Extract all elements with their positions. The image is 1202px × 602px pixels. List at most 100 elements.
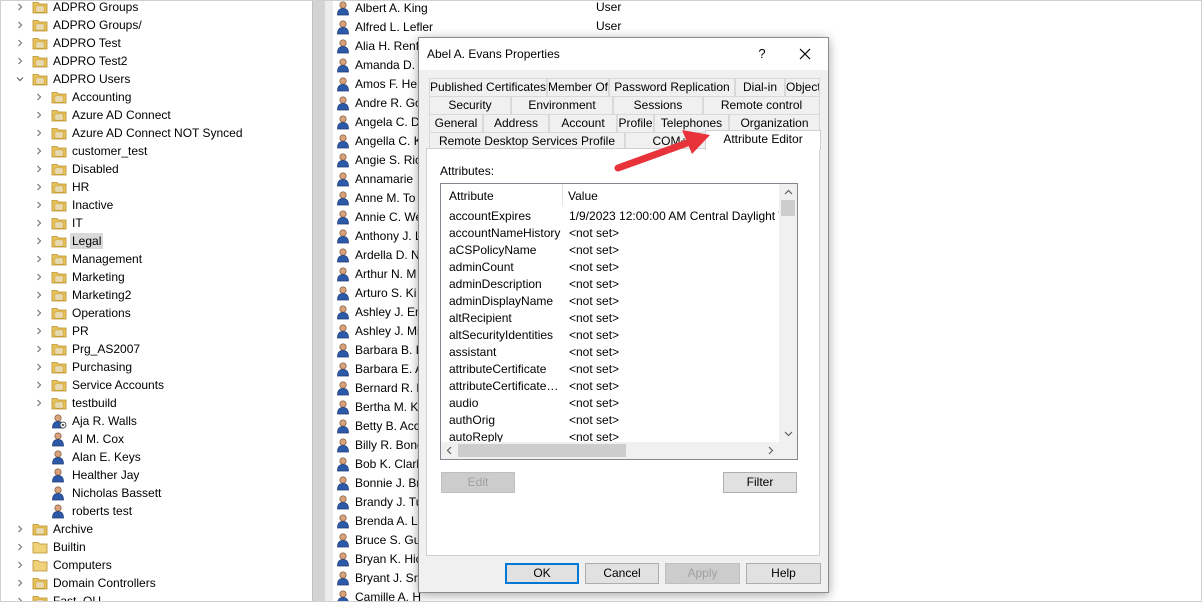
user-list-row[interactable]: Bruce S. Gu bbox=[336, 530, 420, 549]
user-list-row[interactable]: Alia H. RenfroUser bbox=[336, 36, 621, 55]
tab-dial-in[interactable]: Dial-in bbox=[735, 78, 785, 96]
tab-sessions[interactable]: Sessions bbox=[613, 96, 703, 114]
chevron-right-icon[interactable] bbox=[33, 181, 45, 193]
user-list-row[interactable]: Barbara E. A bbox=[336, 359, 423, 378]
user-list-row[interactable]: Anthony J. L bbox=[336, 226, 422, 245]
tree-item-al-m-cox[interactable]: Al M. Cox bbox=[33, 430, 126, 448]
user-list-row[interactable]: Annie C. We bbox=[336, 207, 422, 226]
tree-item-azure-ad-connect[interactable]: Azure AD Connect bbox=[33, 106, 173, 124]
vertical-scrollbar[interactable] bbox=[779, 184, 797, 442]
attribute-row[interactable]: adminDescription <not set> bbox=[441, 276, 779, 293]
tree-item-roberts-test[interactable]: roberts test bbox=[33, 502, 134, 520]
attribute-row[interactable]: adminDisplayName <not set> bbox=[441, 293, 779, 310]
user-list-row[interactable]: Betty B. Acc bbox=[336, 416, 420, 435]
horizontal-scrollbar[interactable] bbox=[441, 442, 779, 459]
tree-item-marketing[interactable]: Marketing bbox=[33, 268, 127, 286]
tree-item-inactive[interactable]: Inactive bbox=[33, 196, 115, 214]
chevron-right-icon[interactable] bbox=[14, 577, 26, 589]
user-list-row[interactable]: Billy R. Bond bbox=[336, 435, 424, 454]
user-list-row[interactable]: Albert A. King User bbox=[336, 0, 621, 17]
user-list-row[interactable]: Amanda D. bbox=[336, 55, 415, 74]
column-header-value[interactable]: Value bbox=[568, 189, 598, 203]
tree-item-operations[interactable]: Operations bbox=[33, 304, 133, 322]
attribute-row[interactable]: altRecipient <not set> bbox=[441, 310, 779, 327]
ok-button[interactable]: OK bbox=[505, 563, 579, 584]
chevron-right-icon[interactable] bbox=[33, 217, 45, 229]
chevron-right-icon[interactable] bbox=[33, 397, 45, 409]
attribute-row[interactable]: attributeCertificateAttri... <not set> bbox=[441, 378, 779, 395]
filter-button[interactable]: Filter bbox=[723, 472, 797, 493]
tree-item-healther-jay[interactable]: Healther Jay bbox=[33, 466, 141, 484]
chevron-right-icon[interactable] bbox=[33, 307, 45, 319]
edit-button[interactable]: Edit bbox=[441, 472, 515, 493]
tree-item-disabled[interactable]: Disabled bbox=[33, 160, 121, 178]
user-list-row[interactable]: Arturo S. Ki bbox=[336, 283, 416, 302]
user-list-row[interactable]: Bernard R. R bbox=[336, 378, 425, 397]
tab-remote-control[interactable]: Remote control bbox=[703, 96, 820, 114]
attribute-row[interactable]: accountExpires 1/9/2023 12:00:00 AM Centr… bbox=[441, 208, 779, 225]
chevron-right-icon[interactable] bbox=[14, 595, 26, 602]
tree-item-it[interactable]: IT bbox=[33, 214, 85, 232]
tab-password-replication[interactable]: Password Replication bbox=[609, 78, 735, 96]
user-list-row[interactable]: Ashley J. Em bbox=[336, 302, 425, 321]
tree-item-domain-controllers[interactable]: Domain Controllers bbox=[14, 574, 158, 592]
vertical-scroll-thumb[interactable] bbox=[781, 200, 795, 216]
chevron-right-icon[interactable] bbox=[14, 1, 26, 13]
chevron-right-icon[interactable] bbox=[14, 559, 26, 571]
scroll-left-icon[interactable] bbox=[441, 442, 457, 459]
tree-item-service-accounts[interactable]: Service Accounts bbox=[33, 376, 166, 394]
tree-item-nicholas-bassett[interactable]: Nicholas Bassett bbox=[33, 484, 163, 502]
help-icon[interactable]: ? bbox=[752, 44, 772, 64]
tree-item-purchasing[interactable]: Purchasing bbox=[33, 358, 134, 376]
tree-item-aja-r-walls[interactable]: Aja R. Walls bbox=[33, 412, 139, 430]
chevron-right-icon[interactable] bbox=[33, 325, 45, 337]
user-list-row[interactable]: Annamarie bbox=[336, 169, 413, 188]
user-list-row[interactable]: Ardella D. N bbox=[336, 245, 420, 264]
attribute-row[interactable]: altSecurityIdentities <not set> bbox=[441, 327, 779, 344]
tree-item-adpro-groups[interactable]: ADPRO Groups/ bbox=[14, 16, 144, 34]
chevron-right-icon[interactable] bbox=[33, 379, 45, 391]
tree-item-computers[interactable]: Computers bbox=[14, 556, 114, 574]
user-list-row[interactable]: Brandy J. Tu bbox=[336, 492, 422, 511]
user-list-row[interactable]: Arthur N. M bbox=[336, 264, 416, 283]
tree-item-adpro-groups[interactable]: ADPRO Groups bbox=[14, 0, 140, 16]
tab-general[interactable]: General bbox=[429, 114, 483, 132]
tree-item-adpro-test[interactable]: ADPRO Test bbox=[14, 34, 123, 52]
attributes-list[interactable]: Attribute Value accountExpires 1/9/2023 1… bbox=[440, 183, 798, 460]
chevron-right-icon[interactable] bbox=[33, 361, 45, 373]
user-list-row[interactable]: Ashley J. Mi bbox=[336, 321, 420, 340]
tree-item-alan-e-keys[interactable]: Alan E. Keys bbox=[33, 448, 143, 466]
tree-item-adpro-test2[interactable]: ADPRO Test2 bbox=[14, 52, 129, 70]
user-list-row[interactable]: Anne M. To bbox=[336, 188, 415, 207]
user-list-row[interactable]: Bryant J. Sm bbox=[336, 568, 424, 587]
chevron-right-icon[interactable] bbox=[33, 235, 45, 247]
attribute-row[interactable]: attributeCertificate <not set> bbox=[441, 361, 779, 378]
user-list-row[interactable]: Alfred L. Lefler User bbox=[336, 17, 621, 36]
user-list-row[interactable]: Camille A. H bbox=[336, 587, 421, 602]
tree-item-builtin[interactable]: Builtin bbox=[14, 538, 88, 556]
user-list-row[interactable]: Bonnie J. Br bbox=[336, 473, 420, 492]
tab-environment[interactable]: Environment bbox=[511, 96, 613, 114]
chevron-right-icon[interactable] bbox=[14, 37, 26, 49]
tree-item-azure-ad-connect-not-synced[interactable]: Azure AD Connect NOT Synced bbox=[33, 124, 245, 142]
horizontal-scroll-thumb[interactable] bbox=[458, 444, 626, 457]
tree-item-adpro-users[interactable]: ADPRO Users bbox=[14, 70, 132, 88]
tab-member-of[interactable]: Member Of bbox=[547, 78, 609, 96]
tree-item-management[interactable]: Management bbox=[33, 250, 144, 268]
tab-security[interactable]: Security bbox=[429, 96, 511, 114]
tab-attribute-editor[interactable]: Attribute Editor bbox=[705, 130, 821, 150]
chevron-down-icon[interactable] bbox=[14, 73, 26, 85]
tree-item-pr[interactable]: PR bbox=[33, 322, 91, 340]
chevron-right-icon[interactable] bbox=[33, 343, 45, 355]
chevron-right-icon[interactable] bbox=[33, 109, 45, 121]
chevron-right-icon[interactable] bbox=[14, 541, 26, 553]
chevron-right-icon[interactable] bbox=[33, 271, 45, 283]
chevron-right-icon[interactable] bbox=[33, 145, 45, 157]
attribute-row[interactable]: aCSPolicyName <not set> bbox=[441, 242, 779, 259]
chevron-right-icon[interactable] bbox=[33, 91, 45, 103]
chevron-right-icon[interactable] bbox=[33, 199, 45, 211]
chevron-right-icon[interactable] bbox=[14, 19, 26, 31]
tree-item-hr[interactable]: HR bbox=[33, 178, 91, 196]
user-list-row[interactable]: Bertha M. K bbox=[336, 397, 418, 416]
close-icon[interactable] bbox=[794, 44, 816, 64]
